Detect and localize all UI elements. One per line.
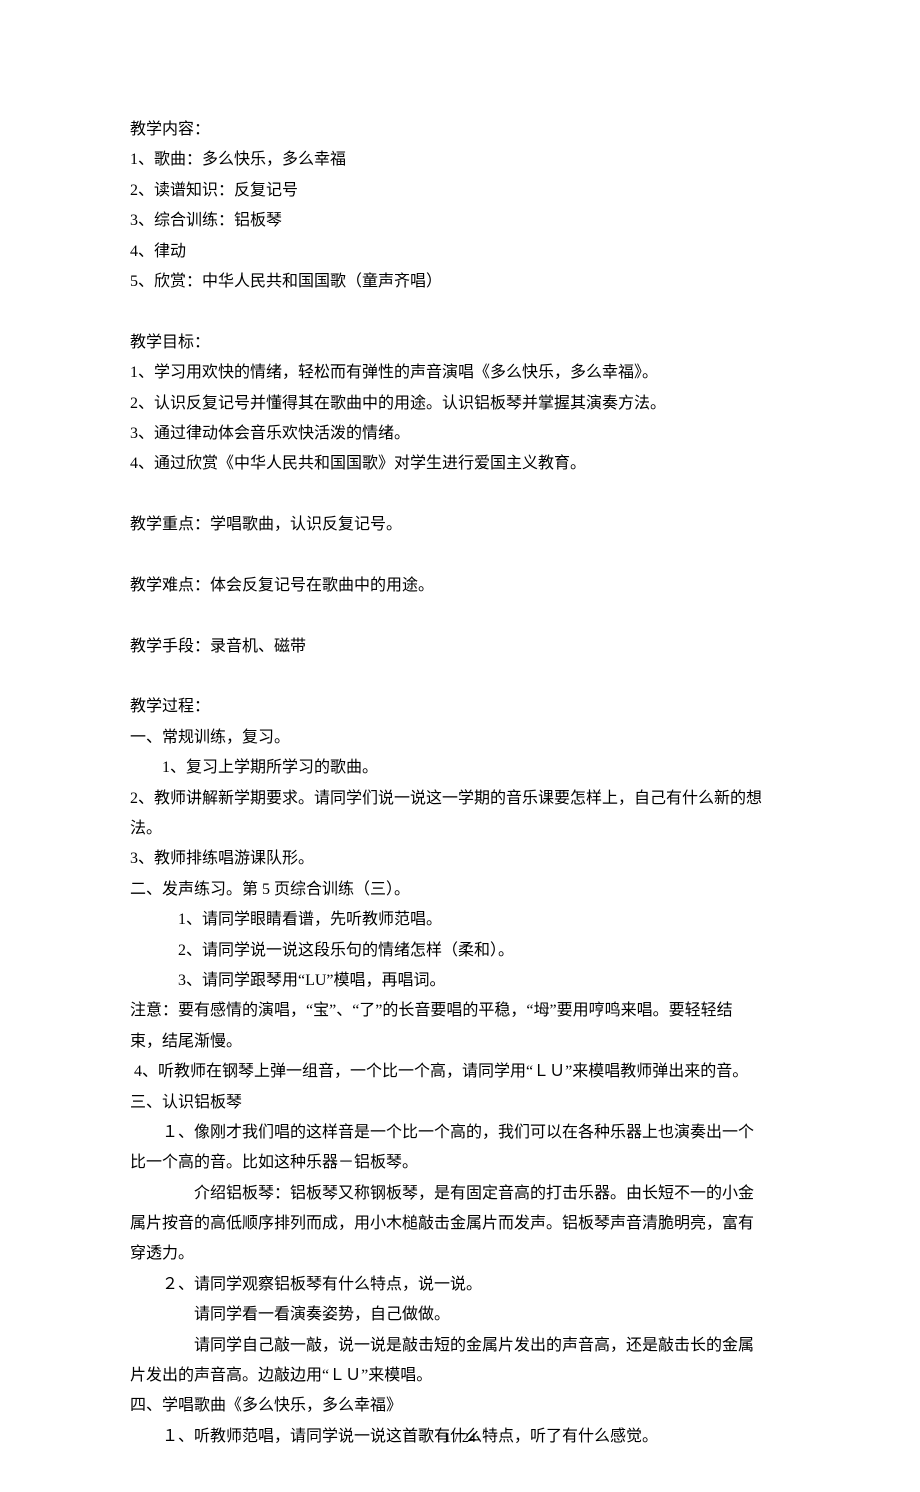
heading-content: 教学内容： <box>130 115 790 145</box>
heading-objective: 教学目标： <box>130 328 790 358</box>
process-sec2-item3: 3、请同学跟琴用“LU”模唱，再唱词。 <box>130 966 790 996</box>
objective-item-3: 3、通过律动体会音乐欢快活泼的情绪。 <box>130 419 790 449</box>
process-sec1-item2a: 2、教师讲解新学期要求。请同学们说一说这一学期的音乐课要怎样上，自己有什么新的想 <box>130 784 790 814</box>
process-sec1-item2b: 法。 <box>130 814 790 844</box>
process-sec1-item3: 3、教师排练唱游课队形。 <box>130 844 790 874</box>
process-sec2-item1: 1、请同学眼睛看谱，先听教师范唱。 <box>130 905 790 935</box>
process-sec3-sub1: 请同学看一看演奏姿势，自己做做。 <box>130 1300 790 1330</box>
objective-item-2: 2、认识反复记号并懂得其在歌曲中的用途。认识铝板琴并掌握其演奏方法。 <box>130 389 790 419</box>
process-sec2-item2: 2、请同学说一说这段乐句的情绪怎样（柔和）。 <box>130 936 790 966</box>
teaching-difficulty: 教学难点：体会反复记号在歌曲中的用途。 <box>130 571 790 601</box>
objective-item-1: 1、学习用欢快的情绪，轻松而有弹性的声音演唱《多么快乐，多么幸福》。 <box>130 358 790 388</box>
process-sec3-sub2b: 片发出的声音高。边敲边用“ＬＵ”来模唱。 <box>130 1361 790 1391</box>
process-sec3-desc3: 穿透力。 <box>130 1239 790 1269</box>
process-sec3-item2: ２、请同学观察铝板琴有什么特点，说一说。 <box>130 1270 790 1300</box>
document-page: 教学内容： 1、歌曲：多么快乐，多么幸福 2、读谱知识：反复记号 3、综合训练：… <box>0 0 920 1492</box>
heading-process: 教学过程： <box>130 692 790 722</box>
content-item-4: 4、律动 <box>130 237 790 267</box>
page-number: 1 / 24 <box>0 1426 920 1453</box>
content-item-3: 3、综合训练：铝板琴 <box>130 206 790 236</box>
process-sec4-title: 四、学唱歌曲《多么快乐，多么幸福》 <box>130 1391 790 1421</box>
process-sec3-desc2: 属片按音的高低顺序排列而成，用小木槌敲击金属片而发声。铝板琴声音清脆明亮，富有 <box>130 1209 790 1239</box>
process-sec2-title: 二、发声练习。第 5 页综合训练（三）。 <box>130 875 790 905</box>
teaching-tools: 教学手段：录音机、磁带 <box>130 632 790 662</box>
process-sec3-title: 三、认识铝板琴 <box>130 1088 790 1118</box>
process-sec3-sub2a: 请同学自己敲一敲，说一说是敲击短的金属片发出的声音高，还是敲击长的金属 <box>130 1331 790 1361</box>
process-sec1-title: 一、常规训练，复习。 <box>130 723 790 753</box>
objective-item-4: 4、通过欣赏《中华人民共和国国歌》对学生进行爱国主义教育。 <box>130 449 790 479</box>
content-item-5: 5、欣赏：中华人民共和国国歌（童声齐唱） <box>130 267 790 297</box>
process-sec3-item1b: 比一个高的音。比如这种乐器－铝板琴。 <box>130 1148 790 1178</box>
process-sec3-desc1: 介绍铝板琴：铝板琴又称钢板琴，是有固定音高的打击乐器。由长短不一的小金 <box>130 1179 790 1209</box>
process-sec3-item1a: １、像刚才我们唱的这样音是一个比一个高的，我们可以在各种乐器上也演奏出一个 <box>130 1118 790 1148</box>
content-item-1: 1、歌曲：多么快乐，多么幸福 <box>130 145 790 175</box>
process-sec2-note1: 注意：要有感情的演唱，“宝”、“了”的长音要唱的平稳，“坶”要用哼鸣来唱。要轻轻… <box>130 996 790 1026</box>
process-sec1-item1: 1、复习上学期所学习的歌曲。 <box>130 753 790 783</box>
content-item-2: 2、读谱知识：反复记号 <box>130 176 790 206</box>
process-sec2-item4: 4、听教师在钢琴上弹一组音，一个比一个高，请同学用“ＬＵ”来模唱教师弹出来的音。 <box>130 1057 790 1087</box>
process-sec2-note2: 束，结尾渐慢。 <box>130 1027 790 1057</box>
teaching-focus: 教学重点：学唱歌曲，认识反复记号。 <box>130 510 790 540</box>
